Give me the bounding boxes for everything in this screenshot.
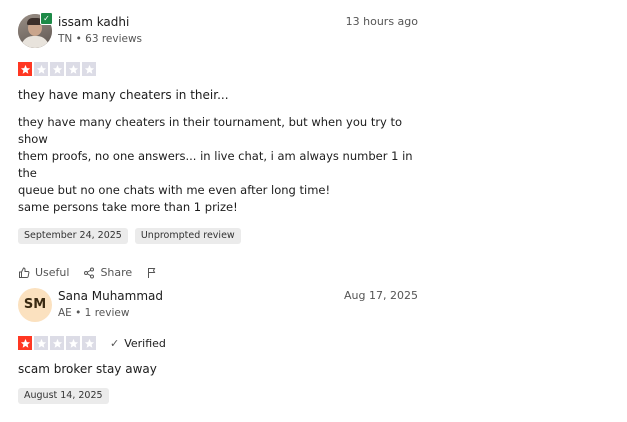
flag-icon [148, 267, 156, 278]
rating-row [18, 61, 418, 77]
star-icon [66, 62, 80, 76]
report-button[interactable] [146, 267, 158, 279]
rating-row: ✓ Verified [18, 335, 418, 351]
useful-label: Useful [35, 266, 70, 279]
avatar[interactable]: SM [18, 288, 52, 322]
useful-button[interactable]: Useful [18, 266, 69, 279]
check-icon: ✓ [110, 336, 120, 350]
date-of-experience-badge: September 24, 2025 [18, 228, 128, 244]
share-icon [84, 267, 95, 278]
reviewer-meta: AE • 1 review [58, 307, 130, 319]
unprompted-review-badge[interactable]: Unprompted review [134, 228, 241, 244]
verified-label[interactable]: ✓ Verified [110, 337, 166, 350]
star-icon [34, 336, 48, 350]
review-title[interactable]: scam broker stay away [18, 362, 418, 376]
review-title[interactable]: they have many cheaters in their... [18, 88, 418, 102]
reviewer-name[interactable]: issam kadhi [58, 15, 129, 29]
review-tags: September 24, 2025 Unprompted review [18, 228, 418, 244]
star-rating [18, 336, 96, 350]
review-date: Aug 17, 2025 [344, 289, 418, 302]
star-icon [82, 336, 96, 350]
star-icon [18, 336, 32, 350]
verified-text: Verified [124, 336, 166, 350]
date-of-experience-badge: August 14, 2025 [18, 388, 109, 404]
star-icon [50, 336, 64, 350]
review-card: SM Sana Muhammad AE • 1 review Aug 17, 2… [18, 288, 418, 404]
star-icon [34, 62, 48, 76]
review-header: ✓ issam kadhi TN • 63 reviews 13 hours a… [18, 12, 418, 50]
review-date: 13 hours ago [345, 15, 418, 28]
review-card: ✓ issam kadhi TN • 63 reviews 13 hours a… [18, 12, 418, 279]
star-rating [18, 62, 96, 76]
star-icon [82, 62, 96, 76]
review-tags: August 14, 2025 [18, 388, 418, 404]
share-label: Share [100, 266, 133, 279]
review-actions: Useful Share [18, 266, 418, 279]
verified-user-icon: ✓ [40, 12, 53, 25]
reviewer-name[interactable]: Sana Muhammad [58, 289, 163, 303]
star-icon [50, 62, 64, 76]
star-icon [66, 336, 80, 350]
thumbs-up-icon [19, 266, 30, 278]
share-button[interactable]: Share [83, 266, 132, 279]
review-header: SM Sana Muhammad AE • 1 review Aug 17, 2… [18, 288, 418, 324]
star-icon [18, 62, 32, 76]
review-body: they have many cheaters in their tournam… [18, 115, 413, 214]
reviewer-meta: TN • 63 reviews [58, 33, 143, 45]
